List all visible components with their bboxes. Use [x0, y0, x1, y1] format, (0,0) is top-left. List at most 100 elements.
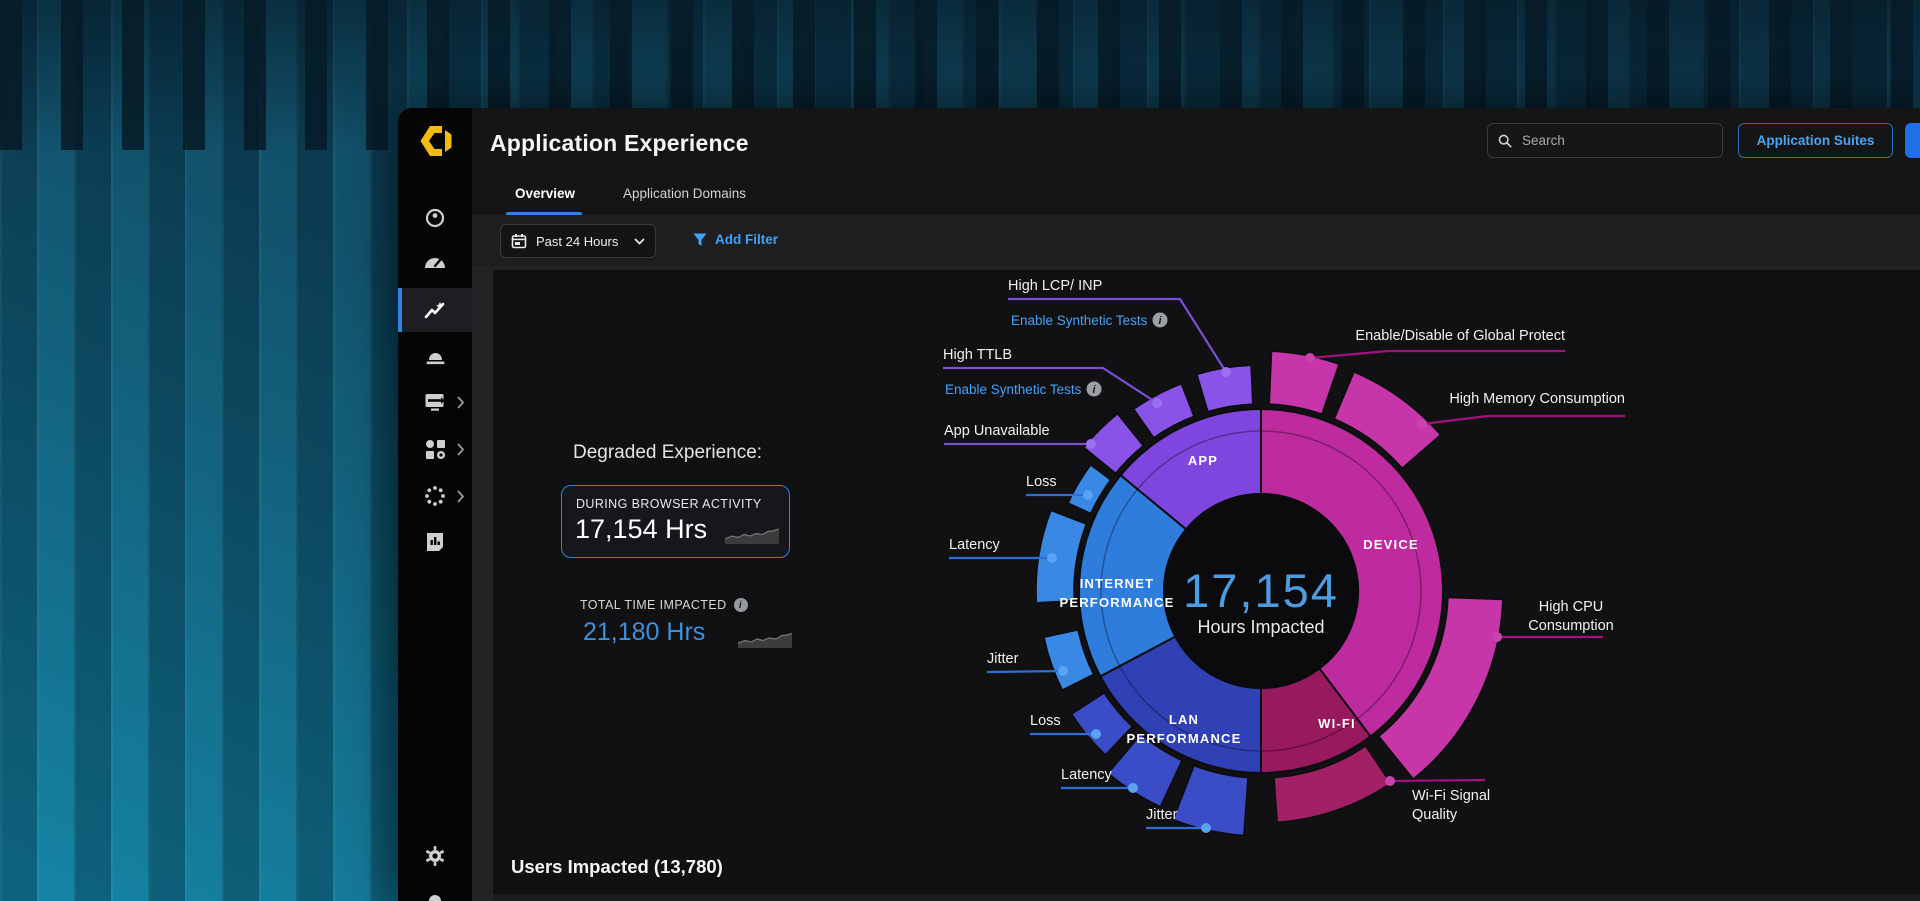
brand-logo-icon[interactable] [417, 124, 453, 158]
leader-dot-latency-lan [1128, 783, 1138, 793]
hours-impacted-sunburst-chart: 17,154Hours Impacted DEVICE WI-FI LAN PERFOR… [900, 270, 1700, 870]
callout-label-app-unavailable: App Unavailable [944, 423, 1050, 439]
sidebar-item-workflows[interactable] [398, 427, 472, 471]
segment-label-internet: PERFORMANCE [1059, 595, 1174, 610]
browser-activity-label: DURING BROWSER ACTIVITY [576, 497, 762, 511]
chevron-down-icon [634, 238, 645, 245]
leader-dot-app-unavailable [1086, 439, 1096, 449]
leader-line-wifi-signal [1390, 780, 1485, 781]
sidebar-item-notifications[interactable] [398, 880, 472, 901]
chevron-right-icon [457, 443, 464, 456]
browser-activity-card[interactable]: DURING BROWSER ACTIVITY 17,154 Hrs [561, 485, 790, 558]
calendar-clock-icon [511, 233, 527, 249]
siren-icon [423, 344, 447, 366]
bell-icon [425, 892, 445, 901]
chevron-right-icon [457, 396, 464, 409]
report-icon [424, 531, 446, 553]
primary-action-button-partial[interactable] [1905, 123, 1920, 158]
time-range-value: Past 24 Hours [536, 234, 625, 249]
browser-activity-value: 17,154 Hrs [575, 514, 707, 545]
global-search[interactable] [1487, 123, 1723, 158]
enable-synthetic-tests-link[interactable]: Enable Synthetic Tests [1011, 313, 1148, 328]
callout-label-jitter-internet: Jitter [987, 651, 1019, 667]
dotted-circle-icon [424, 485, 446, 507]
add-filter-label: Add Filter [715, 232, 778, 247]
trend-icon [423, 299, 447, 321]
callout-label-high-memory: High Memory Consumption [1449, 391, 1625, 407]
leader-line-high-memory [1422, 416, 1625, 424]
sidebar-item-reports[interactable] [398, 520, 472, 564]
segment-label-lan: LAN [1169, 712, 1199, 727]
callout-label-high-ttlb: High TTLB [943, 347, 1012, 363]
total-time-impacted-text: TOTAL TIME IMPACTED [580, 598, 727, 612]
next-section-edge [493, 894, 1920, 901]
gauge-icon [423, 251, 447, 273]
center-value: 17,154 [1183, 564, 1339, 617]
segment-label-wifi: WI-FI [1318, 716, 1356, 731]
callout-label-global-protect: Enable/Disable of Global Protect [1355, 328, 1565, 344]
add-filter-button[interactable]: Add Filter [693, 232, 778, 247]
leader-dot-high-ttlb [1152, 398, 1162, 408]
gear-icon [424, 845, 446, 867]
apps-gear-icon [424, 438, 446, 460]
segment-label-internet: INTERNET [1080, 576, 1155, 591]
segment-label-lan: PERFORMANCE [1126, 731, 1241, 746]
leader-dot-high-cpu [1492, 632, 1502, 642]
sidebar [398, 108, 472, 901]
leader-line-jitter-internet [987, 671, 1063, 672]
app-window: Application Experience Application Suite… [398, 108, 1920, 901]
leader-dot-high-lcp-inp [1221, 367, 1231, 377]
callout-label-high-lcp-inp: High LCP/ INP [1008, 278, 1102, 294]
tab-application-domains[interactable]: Application Domains [623, 186, 746, 201]
sub-arc-jitter-lan[interactable] [1173, 766, 1248, 836]
sidebar-item-application-experience[interactable] [398, 288, 472, 332]
info-icon[interactable]: i [734, 598, 748, 612]
callout-label-high-cpu: High CPU [1539, 599, 1603, 615]
callout-label-wifi-signal: Quality [1412, 807, 1458, 823]
center-label: Hours Impacted [1197, 617, 1324, 637]
leader-dot-loss-internet [1083, 490, 1093, 500]
leader-dot-loss-lan [1091, 729, 1101, 739]
sidebar-item-monitor[interactable] [398, 380, 472, 424]
segment-label-device: DEVICE [1363, 537, 1419, 552]
chevron-right-icon [457, 490, 464, 503]
callout-label-latency-lan: Latency [1061, 767, 1113, 783]
callout-label-high-cpu: Consumption [1528, 618, 1613, 634]
total-time-impacted-label: TOTAL TIME IMPACTED i [580, 598, 748, 612]
sidebar-item-operations[interactable] [398, 474, 472, 518]
callout-label-wifi-signal: Wi-Fi Signal [1412, 788, 1490, 804]
sidebar-item-settings[interactable] [398, 834, 472, 878]
callout-label-loss-lan: Loss [1030, 713, 1061, 729]
total-time-sparkline [738, 630, 792, 648]
search-input[interactable] [1520, 132, 1712, 149]
page-title: Application Experience [490, 130, 749, 157]
filter-bar: Past 24 Hours Add Filter [472, 215, 1920, 266]
browser-activity-sparkline [725, 524, 779, 544]
leader-dot-wifi-signal [1385, 776, 1395, 786]
tab-bar: Overview Application Domains [472, 178, 1920, 216]
target-icon [424, 207, 446, 229]
leader-dot-high-memory [1417, 419, 1427, 429]
callout-label-latency-internet: Latency [949, 537, 1001, 553]
filter-funnel-icon [693, 233, 707, 247]
total-time-impacted-value: 21,180 Hrs [583, 618, 705, 647]
monitor-share-icon [423, 391, 447, 413]
sub-arc-global-protect[interactable] [1269, 351, 1339, 414]
enable-synthetic-tests-link[interactable]: Enable Synthetic Tests [945, 382, 1082, 397]
degraded-experience-heading: Degraded Experience: [573, 442, 762, 464]
leader-dot-jitter-lan [1201, 823, 1211, 833]
search-icon [1498, 133, 1512, 149]
leader-dot-latency-internet [1047, 553, 1057, 563]
application-suites-button[interactable]: Application Suites [1738, 123, 1893, 158]
sidebar-item-dashboards[interactable] [398, 240, 472, 284]
segment-label-app: APP [1188, 453, 1218, 468]
leader-dot-jitter-internet [1058, 666, 1068, 676]
sidebar-item-incidents[interactable] [398, 333, 472, 377]
leader-line-high-lcp-inp [1008, 299, 1226, 372]
leader-dot-global-protect [1305, 353, 1315, 363]
callout-label-loss-internet: Loss [1026, 474, 1057, 490]
tab-overview[interactable]: Overview [515, 186, 575, 201]
sidebar-item-command-center[interactable] [398, 196, 472, 240]
leader-line-global-protect [1310, 351, 1565, 358]
time-range-dropdown[interactable]: Past 24 Hours [500, 224, 656, 258]
